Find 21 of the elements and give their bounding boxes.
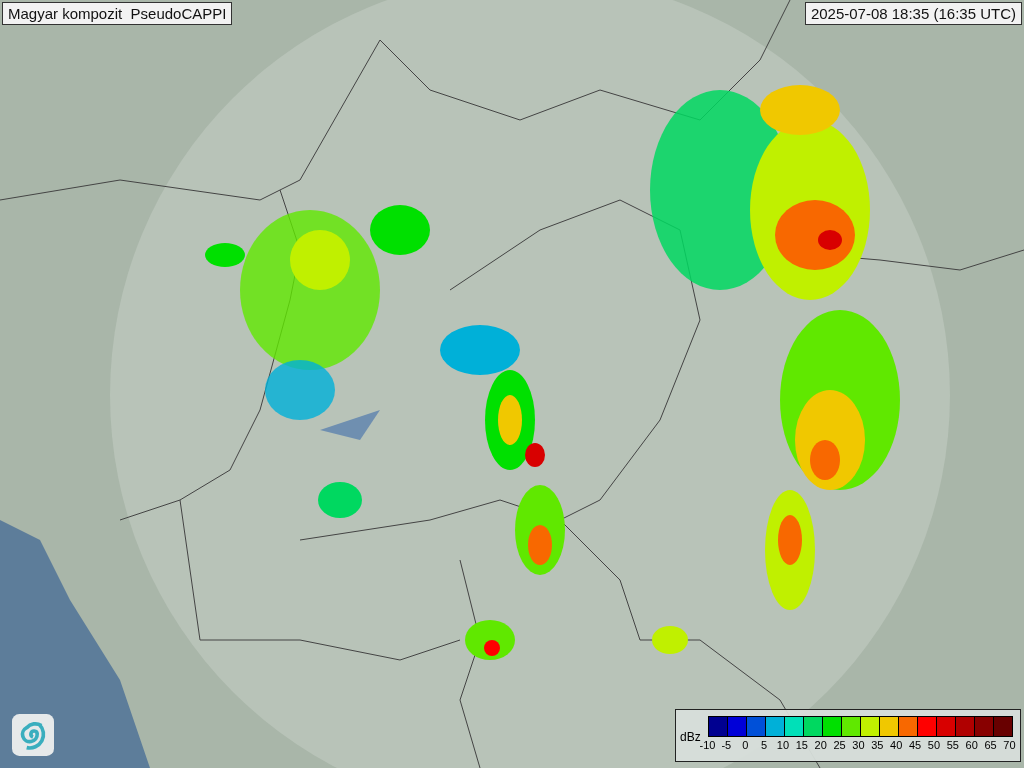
tick-label: 55	[945, 739, 960, 751]
tick-label: 45	[907, 739, 923, 751]
tick-label: 65	[983, 739, 998, 751]
map-title: Magyar kompozit PseudoCAPPI	[2, 2, 233, 25]
tick-label: 0	[741, 739, 750, 751]
tick-label: 15	[794, 739, 809, 751]
swirl-logo-icon	[12, 714, 54, 756]
tick-label: 35	[870, 739, 885, 751]
tick-label: 40	[889, 739, 904, 751]
tick-label: -10	[699, 739, 717, 751]
tick-label: 20	[813, 739, 828, 751]
tick-label: 10	[775, 739, 791, 751]
tick-label: 70	[1002, 739, 1017, 751]
tick-label: -5	[720, 739, 733, 751]
tick-label: 25	[832, 739, 847, 751]
legend-unit: dBz	[680, 730, 701, 744]
timestamp: 2025-07-08 18:35 (16:35 UTC)	[804, 2, 1022, 25]
tick-label: 50	[926, 739, 942, 751]
tick-label: 5	[760, 739, 769, 751]
tick-label: 30	[851, 739, 866, 751]
tick-label: 60	[964, 739, 979, 751]
